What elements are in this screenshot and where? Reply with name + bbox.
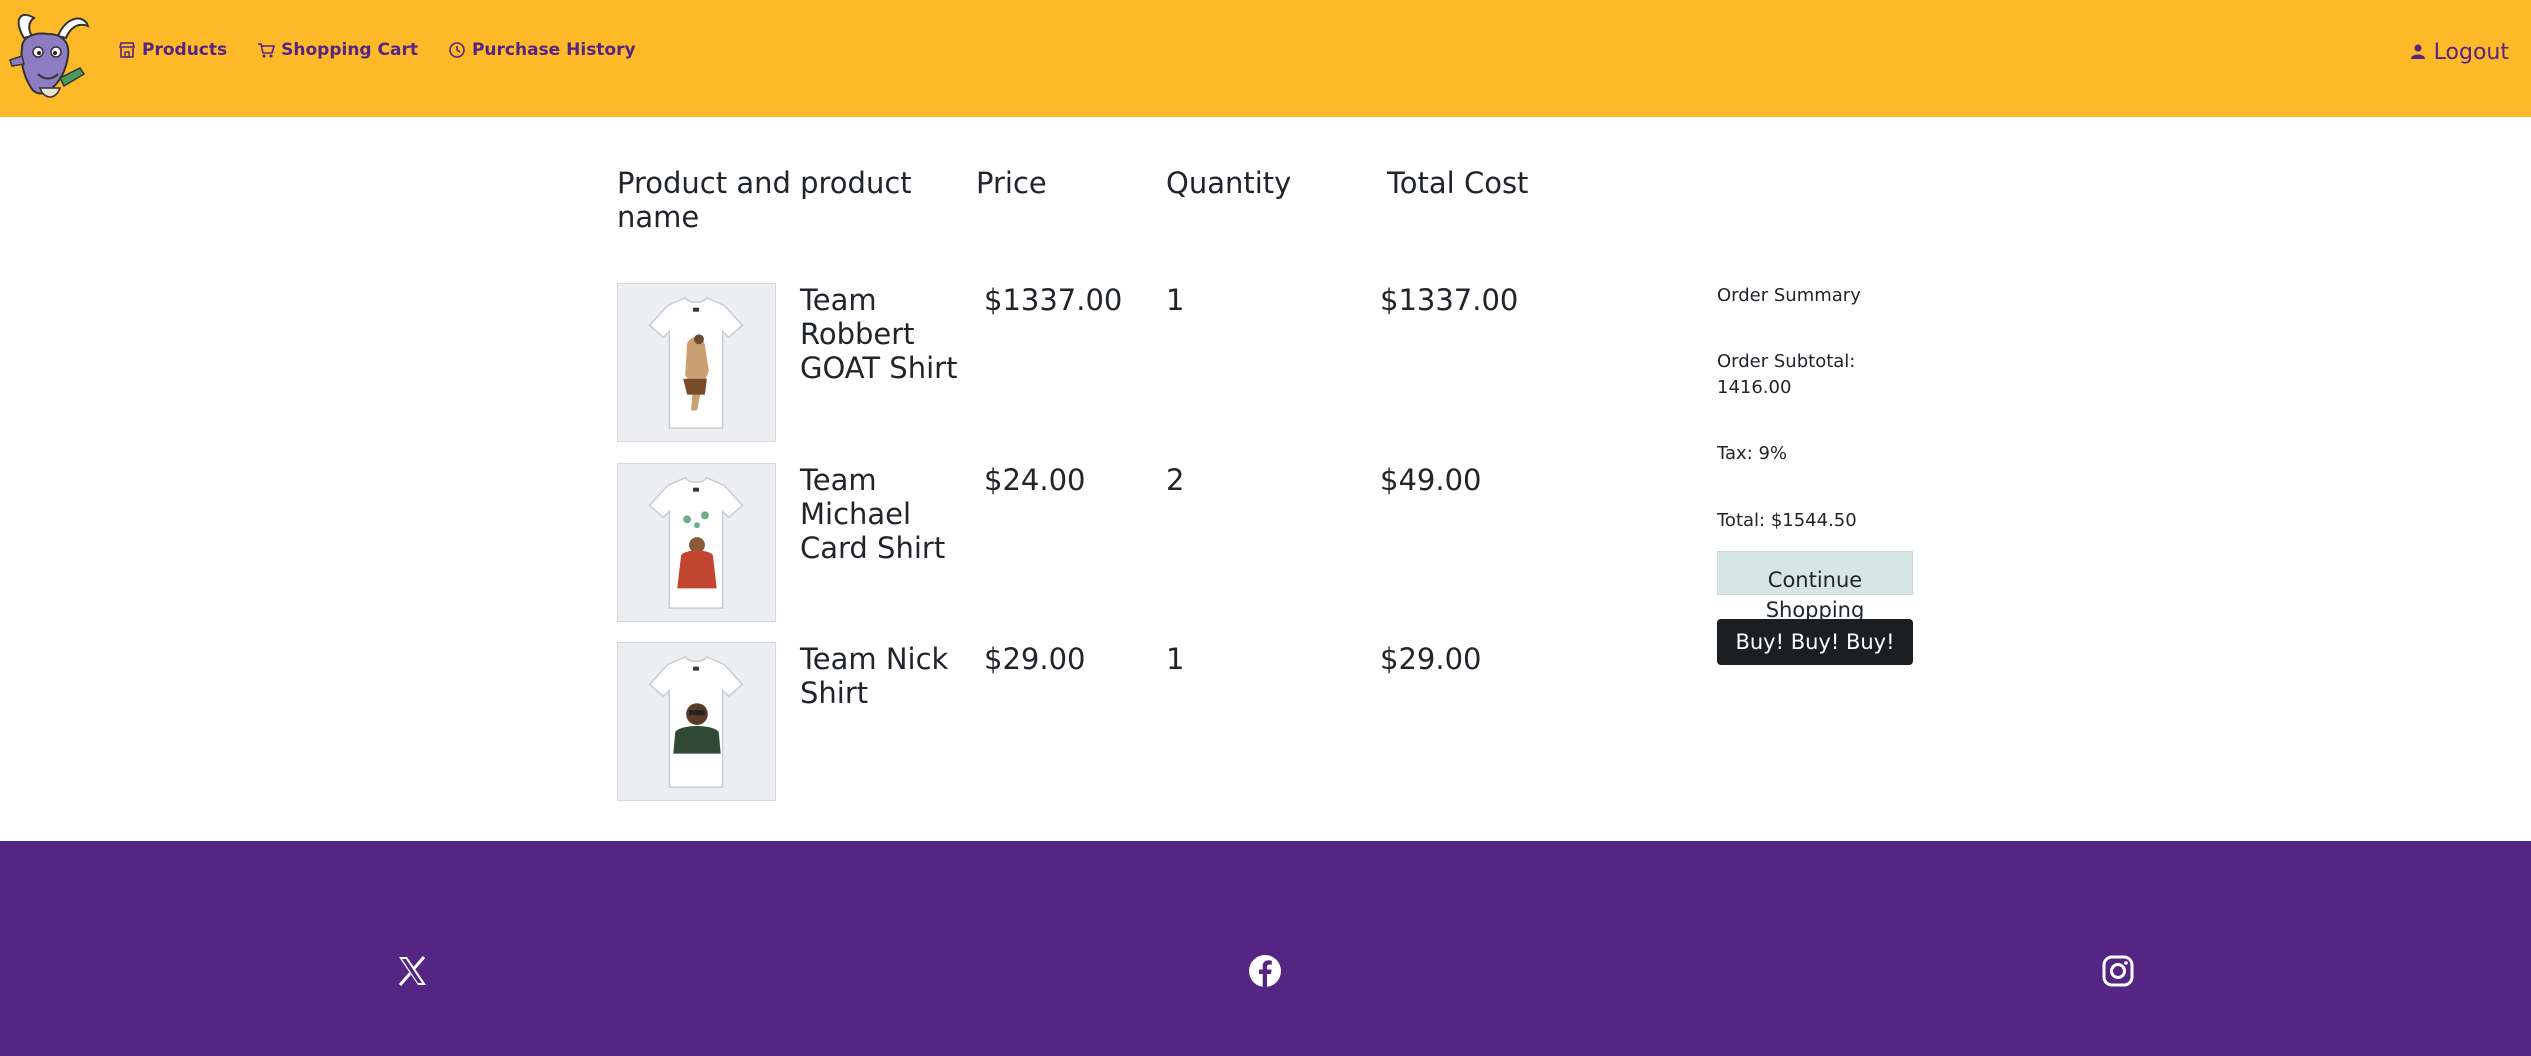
navbar: Products Shopping Cart Purchase History … [0, 0, 2531, 117]
row-1-quantity: 1 [1166, 283, 1185, 317]
logout-link[interactable]: Logout [2410, 40, 2509, 65]
nav-shopping-cart-label: Shopping Cart [281, 40, 418, 60]
nav-products-label: Products [142, 40, 228, 60]
buy-button[interactable]: Buy! Buy! Buy! [1717, 619, 1913, 665]
clock-icon [448, 41, 466, 59]
nav-purchase-history-label: Purchase History [471, 40, 636, 60]
nav-shopping-cart[interactable]: Shopping Cart [257, 40, 418, 60]
order-total: Total: $1544.50 [1717, 510, 1857, 531]
continue-shopping-button[interactable]: Continue Shopping [1717, 551, 1913, 622]
row-3-name: Team Nick Shirt [800, 642, 949, 710]
order-subtotal: Order Subtotal: 1416.00 [1717, 351, 1856, 398]
header-price: Price [976, 166, 1047, 200]
facebook-icon[interactable] [1248, 954, 1282, 988]
logout-label: Logout [2433, 40, 2509, 65]
row-2-quantity: 2 [1166, 463, 1185, 497]
instagram-icon[interactable] [2101, 954, 2135, 988]
order-tax: Tax: 9% [1717, 443, 1788, 464]
product-image-robbert[interactable] [617, 283, 776, 442]
x-icon[interactable] [395, 954, 429, 988]
nav-products[interactable]: Products [118, 40, 227, 60]
row-2-total: $49.00 [1380, 463, 1482, 497]
row-2-price: $24.00 [984, 463, 1086, 497]
user-icon [2410, 40, 2426, 65]
product-image-nick[interactable] [617, 642, 776, 801]
nav-links: Products Shopping Cart Purchase History [118, 40, 636, 60]
order-summary-title: Order Summary [1717, 285, 1861, 306]
product-image-michael[interactable] [617, 463, 776, 622]
header-total-cost: Total Cost [1387, 166, 1529, 200]
footer [0, 841, 2531, 1056]
header-quantity: Quantity [1166, 166, 1292, 200]
row-1-total: $1337.00 [1380, 283, 1519, 317]
nav-purchase-history[interactable]: Purchase History [448, 40, 636, 60]
header-product: Product and product name [617, 166, 912, 234]
store-icon [118, 41, 136, 59]
row-2-name: Team Michael Card Shirt [800, 463, 946, 565]
row-3-quantity: 1 [1166, 642, 1185, 676]
row-3-total: $29.00 [1380, 642, 1482, 676]
goat-logo[interactable] [4, 8, 90, 102]
row-3-price: $29.00 [984, 642, 1086, 676]
row-1-price: $1337.00 [984, 283, 1123, 317]
row-1-name: Team Robbert GOAT Shirt [800, 283, 958, 385]
cart-icon [257, 41, 276, 59]
